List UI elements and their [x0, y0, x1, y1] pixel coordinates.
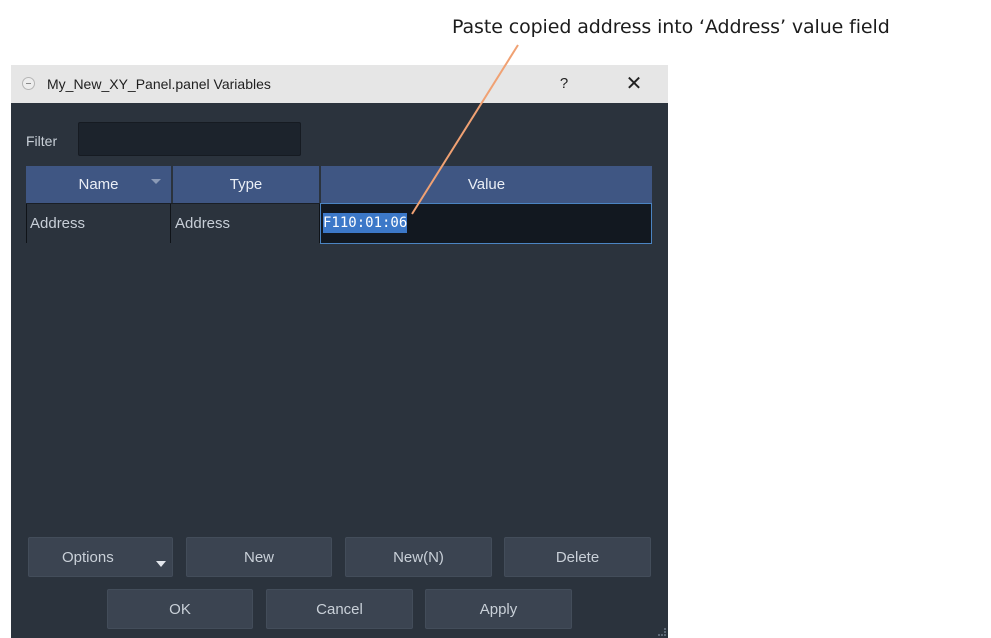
filter-input[interactable] — [78, 122, 301, 156]
column-header-value[interactable]: Value — [321, 166, 652, 203]
sort-arrow-icon — [151, 179, 161, 184]
help-button[interactable]: ? — [551, 71, 577, 97]
filter-label: Filter — [26, 133, 58, 149]
table-row[interactable]: Address Address F110:01:06 — [26, 203, 652, 244]
options-button-label: Options — [62, 549, 114, 566]
panel-app-icon — [22, 77, 35, 90]
title-bar[interactable]: My_New_XY_Panel.panel Variables ? ✕ — [11, 65, 668, 103]
screenshot-stage: Paste copied address into ‘Address’ valu… — [0, 0, 991, 638]
callout-annotation: Paste copied address into ‘Address’ valu… — [452, 16, 890, 38]
cell-type[interactable]: Address — [172, 204, 320, 243]
cancel-button[interactable]: Cancel — [266, 589, 413, 629]
resize-grip-icon[interactable] — [658, 628, 666, 636]
column-header-label: Name — [78, 176, 119, 193]
value-field-editor[interactable]: F110:01:06 — [320, 203, 652, 244]
options-button[interactable]: Options — [28, 537, 173, 577]
ok-button[interactable]: OK — [107, 589, 253, 629]
selected-value-text[interactable]: F110:01:06 — [323, 213, 408, 233]
new-n-button[interactable]: New(N) — [345, 537, 492, 577]
column-header-type[interactable]: Type — [173, 166, 319, 203]
window-title: My_New_XY_Panel.panel Variables — [47, 76, 271, 92]
variables-table: Name Type Value Address Address F110:01:… — [26, 166, 652, 244]
table-header: Name Type Value — [26, 166, 652, 203]
apply-button[interactable]: Apply — [425, 589, 572, 629]
new-button[interactable]: New — [186, 537, 332, 577]
delete-button[interactable]: Delete — [504, 537, 651, 577]
close-icon[interactable]: ✕ — [621, 71, 647, 97]
variables-dialog: My_New_XY_Panel.panel Variables ? ✕ Filt… — [11, 65, 668, 638]
cell-name[interactable]: Address — [26, 204, 171, 243]
dropdown-arrow-icon — [156, 561, 166, 567]
value-input[interactable]: F110:01:06 — [323, 204, 651, 243]
column-header-name[interactable]: Name — [26, 166, 171, 203]
